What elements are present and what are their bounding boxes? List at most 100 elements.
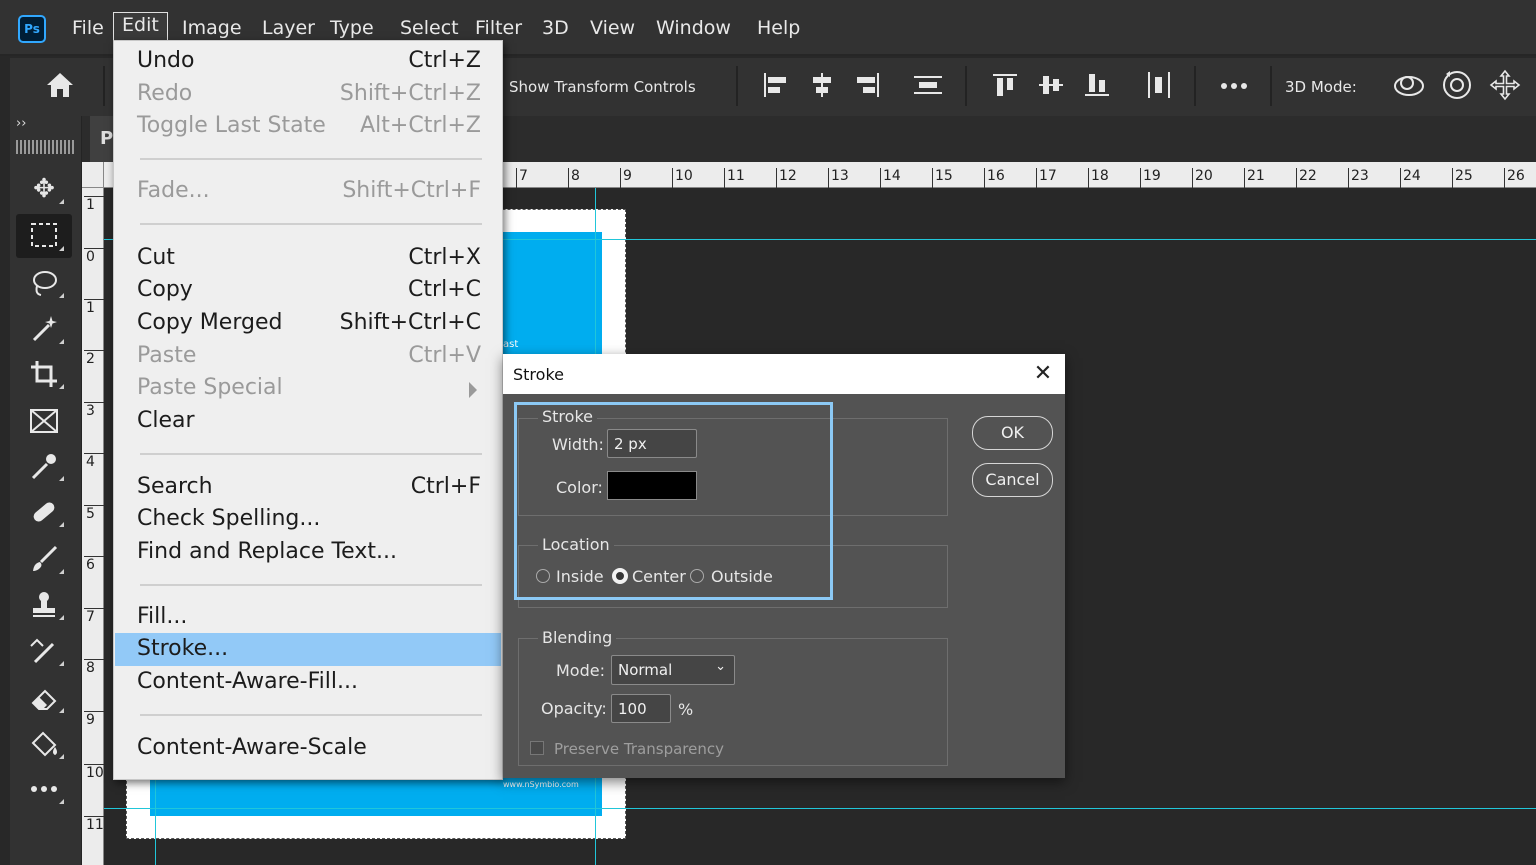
frame-tool-icon[interactable]: [20, 402, 68, 440]
preserve-transparency-checkbox[interactable]: [530, 741, 544, 755]
ruler-origin[interactable]: [82, 162, 104, 188]
close-icon[interactable]: ✕: [1030, 360, 1056, 388]
menu-item-label: Toggle Last State: [137, 113, 326, 138]
menu-item-shortcut: Shift+Ctrl+F: [342, 178, 481, 203]
menu-select[interactable]: Select: [400, 17, 459, 39]
mode-select[interactable]: Normal ⌄: [611, 655, 735, 685]
distribute-horizontal-icon[interactable]: [1144, 70, 1174, 100]
highlight-box: [514, 402, 833, 600]
eyedropper-tool-icon[interactable]: [20, 447, 68, 485]
opacity-unit: %: [678, 700, 694, 719]
panel-grip[interactable]: [16, 140, 74, 154]
more-tools-icon[interactable]: [20, 770, 68, 808]
menu-filter[interactable]: Filter: [475, 17, 522, 39]
align-vertical-centers-icon[interactable]: [1036, 70, 1066, 100]
menu-file[interactable]: File: [72, 17, 104, 39]
menu-item-paste[interactable]: Paste Ctrl+V: [115, 340, 501, 373]
ruler-tick: 7: [516, 168, 528, 188]
magic-wand-tool-icon[interactable]: [20, 310, 68, 348]
marquee-tool-icon[interactable]: [20, 217, 68, 255]
menu-item-content-aware-fill[interactable]: Content-Aware-Fill...: [115, 666, 501, 699]
menu-item-label: Paste: [137, 343, 197, 368]
guide-line[interactable]: [104, 808, 1536, 809]
menu-item-check-spelling[interactable]: Check Spelling...: [115, 503, 501, 536]
healing-brush-tool-icon[interactable]: [20, 493, 68, 531]
menu-item-paste-special[interactable]: Paste Special: [115, 372, 501, 405]
ruler-tick: 11: [84, 816, 104, 833]
menu-item-fade[interactable]: Fade... Shift+Ctrl+F: [115, 175, 501, 208]
align-bottom-edges-icon[interactable]: [1082, 70, 1112, 100]
rotate-3d-icon[interactable]: [1440, 68, 1474, 102]
paint-bucket-tool-icon[interactable]: [20, 725, 68, 763]
opacity-input[interactable]: [611, 694, 671, 723]
ruler-tick: 22: [1296, 168, 1317, 188]
menu-item-find-replace[interactable]: Find and Replace Text...: [115, 536, 501, 569]
menu-type[interactable]: Type: [330, 17, 374, 39]
cancel-button[interactable]: Cancel: [972, 463, 1053, 497]
ruler-tick: 3: [84, 402, 104, 419]
show-transform-controls-label[interactable]: Show Transform Controls: [509, 78, 696, 96]
dialog-title: Stroke: [513, 365, 564, 384]
menu-item-cut[interactable]: Cut Ctrl+X: [115, 242, 501, 275]
align-right-edges-icon[interactable]: [853, 70, 883, 100]
menu-3d[interactable]: 3D: [542, 17, 569, 39]
menu-item-search[interactable]: Search Ctrl+F: [115, 471, 501, 504]
menu-item-label: Check Spelling...: [137, 506, 321, 531]
menu-item-label: Content-Aware-Scale: [137, 735, 367, 760]
menu-item-fill[interactable]: Fill...: [115, 601, 501, 634]
ruler-tick: 11: [724, 168, 745, 188]
ruler-tick: 23: [1348, 168, 1369, 188]
menu-item-stroke[interactable]: Stroke...: [115, 633, 501, 666]
menu-item-label: Fill...: [137, 604, 188, 629]
divider: [1194, 66, 1196, 106]
opacity-label: Opacity:: [541, 699, 607, 718]
menu-image[interactable]: Image: [182, 17, 242, 39]
history-brush-tool-icon[interactable]: [20, 632, 68, 670]
menu-item-shortcut: Shift+Ctrl+C: [339, 310, 481, 335]
menu-item-clear[interactable]: Clear: [115, 405, 501, 438]
photoshop-logo-icon: Ps: [18, 15, 46, 43]
ruler-tick: 4: [84, 453, 104, 470]
ruler-tick: 1: [84, 196, 104, 213]
menu-view[interactable]: View: [590, 17, 635, 39]
brush-tool-icon[interactable]: [20, 540, 68, 578]
distribute-vertical-icon[interactable]: [912, 70, 944, 100]
menu-window[interactable]: Window: [656, 17, 731, 39]
align-horizontal-centers-icon[interactable]: [807, 70, 837, 100]
menu-item-shortcut: Ctrl+C: [408, 277, 481, 302]
ruler-tick: 24: [1400, 168, 1421, 188]
crop-tool-icon[interactable]: [20, 355, 68, 393]
menu-item-toggle-last-state[interactable]: Toggle Last State Alt+Ctrl+Z: [115, 110, 501, 143]
menu-item-redo[interactable]: Redo Shift+Ctrl+Z: [115, 78, 501, 111]
menu-help[interactable]: Help: [757, 17, 800, 39]
dialog-title-bar[interactable]: [503, 354, 1065, 394]
clone-stamp-tool-icon[interactable]: [20, 586, 68, 624]
ok-button[interactable]: OK: [972, 416, 1053, 450]
align-top-edges-icon[interactable]: [990, 70, 1020, 100]
move-tool-icon[interactable]: ✥: [20, 170, 68, 208]
menu-item-copy-merged[interactable]: Copy Merged Shift+Ctrl+C: [115, 307, 501, 340]
menu-item-shortcut: Ctrl+Z: [408, 48, 481, 73]
preserve-transparency-label[interactable]: Preserve Transparency: [554, 740, 724, 758]
menu-item-copy[interactable]: Copy Ctrl+C: [115, 274, 501, 307]
ruler-tick: 26: [1504, 168, 1525, 188]
more-icon[interactable]: [1220, 78, 1250, 92]
menu-item-label: Find and Replace Text...: [137, 539, 397, 564]
pan-3d-icon[interactable]: [1488, 68, 1522, 102]
orbit-3d-icon[interactable]: [1392, 70, 1426, 102]
lasso-tool-icon[interactable]: [20, 264, 68, 302]
eraser-tool-icon[interactable]: [20, 679, 68, 717]
align-left-edges-icon[interactable]: [760, 70, 790, 100]
menu-separator: [140, 584, 482, 586]
panel-collapse-icon[interactable]: ››: [16, 116, 26, 131]
chevron-down-icon: ⌄: [715, 659, 726, 674]
submenu-arrow-icon: [469, 382, 477, 398]
ruler-tick: 25: [1452, 168, 1473, 188]
menu-layer[interactable]: Layer: [262, 17, 315, 39]
ruler-tick: 19: [1140, 168, 1161, 188]
menu-item-content-aware-scale[interactable]: Content-Aware-Scale: [115, 732, 501, 765]
menu-separator: [140, 453, 482, 455]
menu-item-undo[interactable]: Undo Ctrl+Z: [115, 45, 501, 78]
menu-separator: [140, 223, 482, 225]
home-icon[interactable]: [44, 70, 76, 100]
